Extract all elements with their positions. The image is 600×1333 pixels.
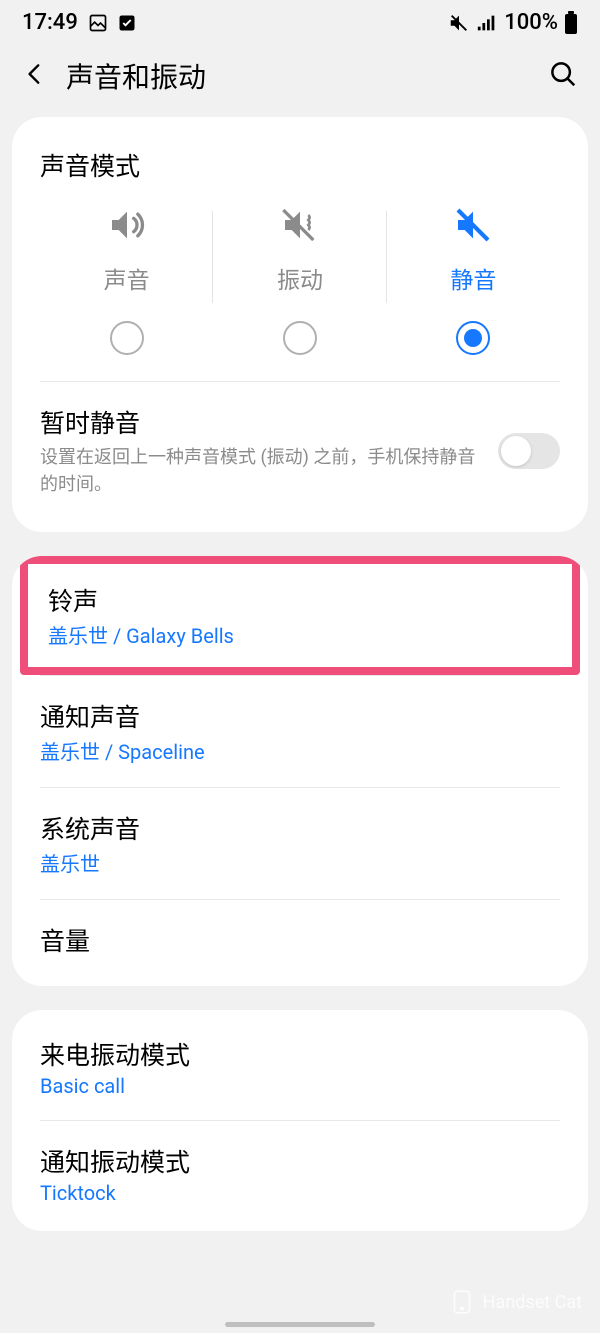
home-indicator[interactable]: [225, 1322, 375, 1327]
volume-title: 音量: [40, 922, 560, 958]
page-header: 声音和振动: [0, 41, 600, 117]
status-time: 17:49: [22, 10, 78, 35]
ringtone-value: 盖乐世 / Galaxy Bells: [48, 620, 552, 649]
system-sound-value: 盖乐世: [40, 848, 560, 877]
sound-mode-title: 声音模式: [12, 117, 588, 205]
temporary-mute-desc: 设置在返回上一种声音模式 (振动) 之前，手机保持静音的时间。: [40, 444, 482, 498]
volume-item[interactable]: 音量: [12, 900, 588, 982]
temporary-mute-title: 暂时静音: [40, 404, 482, 440]
watermark-text: Handset Cat: [483, 1292, 582, 1313]
sound-icon: [107, 205, 147, 245]
system-sound-item[interactable]: 系统声音 盖乐世: [12, 788, 588, 899]
call-vibration-value: Basic call: [40, 1074, 560, 1098]
mode-vibrate-label: 振动: [277, 261, 323, 295]
status-bar: 17:49 100%: [0, 0, 600, 41]
mode-sound[interactable]: 声音: [40, 205, 213, 355]
watermark: Handset Cat: [449, 1289, 582, 1315]
battery-percent: 100%: [504, 10, 558, 35]
ringtone-highlight: 铃声 盖乐世 / Galaxy Bells: [20, 556, 580, 675]
notification-sound-value: 盖乐世 / Spaceline: [40, 736, 560, 765]
call-vibration-item[interactable]: 来电振动模式 Basic call: [12, 1014, 588, 1120]
mute-status-icon: [448, 12, 470, 34]
back-button[interactable]: [16, 55, 60, 97]
notification-vibration-title: 通知振动模式: [40, 1143, 560, 1179]
temporary-mute-toggle[interactable]: [498, 433, 560, 469]
battery-icon: [564, 11, 578, 35]
vibrate-icon: [280, 205, 320, 245]
sound-mode-options: 声音 振动 静音: [12, 205, 588, 381]
radio-sound[interactable]: [110, 321, 144, 355]
mode-mute[interactable]: 静音: [387, 205, 560, 355]
search-button[interactable]: [542, 53, 584, 99]
mode-vibrate[interactable]: 振动: [213, 205, 386, 355]
ringtone-title: 铃声: [48, 582, 552, 618]
checkbox-icon: [118, 14, 136, 32]
vibration-card: 来电振动模式 Basic call 通知振动模式 Ticktock: [12, 1010, 588, 1231]
sound-mode-card: 声音模式 声音 振动 静音 暂时静音: [12, 117, 588, 532]
mode-sound-label: 声音: [104, 261, 150, 295]
mode-mute-label: 静音: [450, 261, 496, 295]
call-vibration-title: 来电振动模式: [40, 1036, 560, 1072]
temporary-mute-row[interactable]: 暂时静音 设置在返回上一种声音模式 (振动) 之前，手机保持静音的时间。: [12, 382, 588, 532]
notification-vibration-value: Ticktock: [40, 1181, 560, 1205]
notification-sound-title: 通知声音: [40, 698, 560, 734]
notification-sound-item[interactable]: 通知声音 盖乐世 / Spaceline: [12, 676, 588, 787]
image-icon: [88, 13, 108, 33]
ringtone-item[interactable]: 铃声 盖乐世 / Galaxy Bells: [28, 564, 572, 667]
radio-vibrate[interactable]: [283, 321, 317, 355]
sounds-card: 铃声 盖乐世 / Galaxy Bells 通知声音 盖乐世 / Spaceli…: [12, 556, 588, 986]
mute-icon: [453, 205, 493, 245]
system-sound-title: 系统声音: [40, 810, 560, 846]
signal-icon: [476, 12, 498, 34]
page-title: 声音和振动: [66, 56, 206, 96]
radio-mute[interactable]: [456, 321, 490, 355]
notification-vibration-item[interactable]: 通知振动模式 Ticktock: [12, 1121, 588, 1227]
